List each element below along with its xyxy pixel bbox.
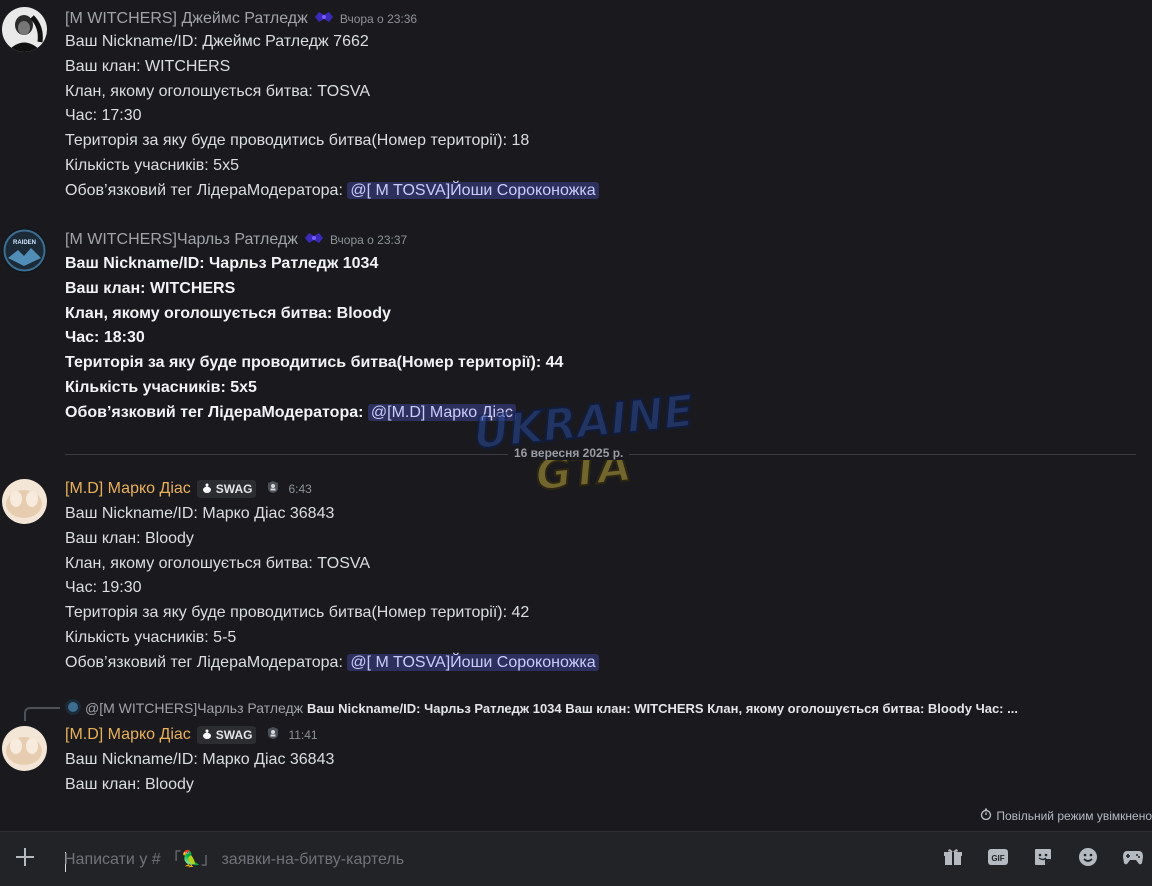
message-line: Ваш клан: WITCHERS xyxy=(65,279,236,297)
message-line: Ваш клан: WITCHERS xyxy=(65,57,231,75)
user-mention[interactable]: @[M.D] Марко Діас xyxy=(367,403,516,421)
timestamp: 6:43 xyxy=(288,482,312,496)
timestamp: Вчора о 23:37 xyxy=(329,233,408,247)
clan-tag-label: SWAG xyxy=(215,482,253,496)
activity-icon[interactable] xyxy=(1122,846,1144,868)
plus-icon[interactable] xyxy=(12,844,38,870)
message-line: Кількість учасників: 5-5 xyxy=(65,628,237,646)
user-mention[interactable]: @[ M TOSVA]Йоши Сороконожка xyxy=(347,181,599,199)
message-line: Кількість учасників: 5x5 xyxy=(65,156,239,174)
message-header: [M WITCHERS] Джеймс Ратледж Вчора о 23:3… xyxy=(65,8,417,30)
message-content: Ваш Nickname/ID: Чарльз Ратледж 1034 Ваш… xyxy=(65,252,563,426)
message-line: Кількість учасників: 5x5 xyxy=(65,378,257,396)
message-line: Територія за яку буде проводитись битва(… xyxy=(65,132,530,150)
message-content: Ваш Nickname/ID: Джеймс Ратледж 7662 Ваш… xyxy=(65,30,599,204)
message-feed: [M WITCHERS] Джеймс Ратледж Вчора о 23:3… xyxy=(0,0,1152,830)
role-badge-icon[interactable] xyxy=(266,480,280,499)
message-line: Обов’язковий тег ЛідераМодератора: @[ M … xyxy=(65,651,599,676)
clan-tag[interactable]: SWAG xyxy=(196,726,257,744)
slowmode-notice[interactable]: Повільний режим увімкнено xyxy=(980,808,1152,823)
user-mention[interactable]: @[ M TOSVA]Йоши Сороконожка xyxy=(347,653,599,671)
reply-spine xyxy=(24,707,60,721)
clan-tag[interactable]: SWAG xyxy=(196,480,257,498)
clan-tag-icon xyxy=(201,728,213,743)
message-line: Час: 18:30 xyxy=(65,329,145,347)
message-line: Клан, якому оголошується битва: TOSVA xyxy=(65,82,371,100)
role-badge-icon[interactable] xyxy=(304,231,324,249)
reply-excerpt[interactable]: Ваш Nickname/ID: Чарльз Ратледж 1034 Ваш… xyxy=(307,701,1018,716)
message-line: Ваш клан: Bloody xyxy=(65,775,194,793)
gift-icon[interactable] xyxy=(942,846,964,868)
avatar[interactable] xyxy=(2,726,47,771)
timestamp: 11:41 xyxy=(288,728,318,742)
clan-tag-label: SWAG xyxy=(215,728,253,742)
reply-avatar xyxy=(65,698,81,718)
avatar[interactable]: RAIDEN xyxy=(2,228,47,273)
message-line: Ваш Nickname/ID: Марко Діас 36843 xyxy=(65,505,335,522)
timer-icon xyxy=(980,808,992,823)
gif-icon[interactable]: GIF xyxy=(987,846,1009,868)
message-line: Обов’язковий тег ЛідераМодератора: @[ M … xyxy=(65,179,599,204)
tag-line-label: Обов’язковий тег ЛідераМодератора: xyxy=(65,653,348,671)
message-line: Ваш Nickname/ID: Марко Діас 36843 xyxy=(65,751,335,768)
message-header: [M.D] Марко Діас SWAG 6:43 xyxy=(65,478,312,500)
tag-line-label: Обов’язковий тег ЛідераМодератора: xyxy=(65,403,368,421)
message-line: Ваш клан: Bloody xyxy=(65,529,194,547)
message-line: Клан, якому оголошується битва: Bloody xyxy=(65,304,391,322)
clan-tag-icon xyxy=(201,482,213,497)
message-line: Клан, якому оголошується битва: TOSVA xyxy=(65,554,371,572)
message-line: Ваш Nickname/ID: Чарльз Ратледж 1034 xyxy=(65,255,379,272)
message-header: [M WITCHERS]Чарльз Ратледж Вчора о 23:37 xyxy=(65,229,407,251)
sticker-icon[interactable] xyxy=(1032,846,1054,868)
message-content: Ваш Nickname/ID: Марко Діас 36843 Ваш кл… xyxy=(65,748,334,798)
reply-preview[interactable]: @[M WITCHERS]Чарльз Ратледж Ваш Nickname… xyxy=(65,698,1140,718)
author-name[interactable]: [M WITCHERS]Чарльз Ратледж xyxy=(65,231,298,249)
author-name[interactable]: [M.D] Марко Діас xyxy=(65,480,191,498)
message-content: Ваш Nickname/ID: Марко Діас 36843 Ваш кл… xyxy=(65,502,599,676)
slowmode-text: Повільний режим увімкнено xyxy=(996,808,1152,823)
message-input[interactable] xyxy=(62,846,906,874)
timestamp: Вчора о 23:36 xyxy=(339,12,418,26)
message-line: Обов’язковий тег ЛідераМодератора: @[M.D… xyxy=(65,401,563,426)
role-badge-icon[interactable] xyxy=(314,10,334,28)
message-line: Час: 17:30 xyxy=(65,107,142,125)
message-line: Територія за яку буде проводитись битва(… xyxy=(65,354,564,372)
message-header: [M.D] Марко Діас SWAG 11:41 xyxy=(65,724,318,746)
message-line: Час: 19:30 xyxy=(65,579,142,597)
message-composer: GIF xyxy=(0,831,1152,886)
author-name[interactable]: [M.D] Марко Діас xyxy=(65,726,191,744)
tag-line-label: Обов’язковий тег ЛідераМодератора: xyxy=(65,181,348,199)
composer-toolbar: GIF xyxy=(942,846,1144,868)
author-name[interactable]: [M WITCHERS] Джеймс Ратледж xyxy=(65,10,308,28)
message-line: Ваш Nickname/ID: Джеймс Ратледж 7662 xyxy=(65,33,369,50)
emoji-icon[interactable] xyxy=(1077,846,1099,868)
avatar[interactable] xyxy=(2,7,47,52)
avatar[interactable] xyxy=(2,479,47,524)
date-divider: 16 вересня 2025 р. xyxy=(508,446,630,460)
message-line: Територія за яку буде проводитись битва(… xyxy=(65,604,530,622)
reply-author[interactable]: @[M WITCHERS]Чарльз Ратледж xyxy=(85,700,303,716)
avatar-text: RAIDEN xyxy=(13,240,36,246)
role-badge-icon[interactable] xyxy=(266,726,280,745)
svg-text:GIF: GIF xyxy=(991,854,1004,863)
